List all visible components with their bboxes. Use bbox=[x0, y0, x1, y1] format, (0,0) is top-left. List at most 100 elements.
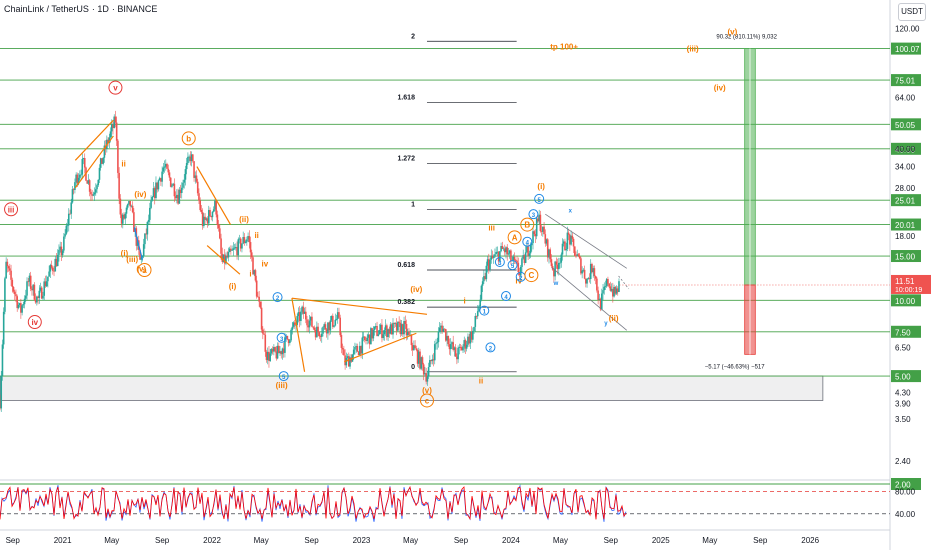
candle-body bbox=[489, 259, 491, 270]
candle-body bbox=[52, 267, 54, 271]
candle-body bbox=[119, 198, 122, 215]
wave-label: c bbox=[425, 396, 430, 405]
candle-body bbox=[274, 347, 276, 352]
candle-body bbox=[216, 214, 219, 226]
price-axis-tick: 3.50 bbox=[895, 415, 911, 424]
candle-body bbox=[317, 326, 319, 333]
candle-body bbox=[93, 192, 96, 195]
candle-body bbox=[474, 315, 477, 327]
candle-body bbox=[414, 345, 416, 349]
candle-body bbox=[583, 269, 586, 279]
candle-body bbox=[549, 249, 552, 260]
candle-body bbox=[7, 266, 10, 269]
candle-body bbox=[63, 236, 65, 251]
time-axis-tick: Sep bbox=[454, 536, 469, 545]
candle-body bbox=[227, 252, 230, 258]
candle-body bbox=[200, 210, 203, 213]
candle-body bbox=[447, 335, 450, 345]
candle-body bbox=[404, 321, 407, 324]
fib-label: 2 bbox=[411, 33, 415, 40]
candle-body bbox=[193, 161, 195, 178]
candle-body bbox=[183, 179, 186, 183]
candle-body bbox=[421, 357, 424, 365]
candle-body bbox=[603, 286, 606, 291]
current-price-countdown: 10:00:19 bbox=[895, 287, 922, 294]
candle-body bbox=[604, 285, 607, 287]
candle-body bbox=[244, 241, 247, 243]
candle-body bbox=[602, 290, 604, 294]
candle-body bbox=[24, 295, 27, 299]
price-axis-tick: 3.90 bbox=[895, 399, 911, 408]
oscillator-main-line bbox=[0, 485, 627, 521]
candle-body bbox=[171, 185, 173, 187]
current-price-value: 11.51 bbox=[895, 277, 915, 286]
candle-body bbox=[422, 364, 425, 375]
candle-body bbox=[90, 191, 92, 195]
candle-body bbox=[329, 320, 332, 331]
fib-label: 0 bbox=[411, 364, 415, 371]
oscillator-axis-tick: 80.00 bbox=[895, 487, 916, 496]
candle-body bbox=[26, 281, 28, 296]
price-chart[interactable]: 100.0775.0150.0540.0025.0120.0115.0010.0… bbox=[0, 0, 932, 550]
wave-label: b bbox=[186, 134, 191, 143]
time-axis-tick: May bbox=[254, 536, 269, 545]
time-axis-tick: Sep bbox=[753, 536, 768, 545]
candle-body bbox=[543, 226, 545, 235]
candle-body bbox=[435, 343, 437, 345]
candle-body bbox=[64, 233, 66, 237]
candle-body bbox=[142, 244, 145, 257]
candle-body bbox=[97, 179, 100, 186]
candle-body bbox=[564, 241, 566, 251]
candle-body bbox=[597, 290, 599, 300]
candle-body bbox=[361, 337, 364, 354]
candle-body bbox=[126, 204, 129, 208]
candle-body bbox=[88, 180, 91, 192]
candle-body bbox=[6, 261, 9, 267]
candle-body bbox=[70, 202, 73, 214]
candle-body bbox=[529, 245, 532, 254]
level-price-label: 25.01 bbox=[895, 197, 916, 206]
candle-body bbox=[561, 243, 564, 255]
price-axis-tick: 4.30 bbox=[895, 389, 911, 398]
candle-body bbox=[212, 209, 215, 212]
candle-body bbox=[260, 307, 263, 330]
candle-body bbox=[29, 275, 32, 289]
candle-body bbox=[449, 344, 452, 350]
wave-label: i bbox=[464, 296, 466, 305]
candle-body bbox=[166, 163, 168, 169]
level-price-label: 5.00 bbox=[895, 373, 911, 382]
fib-label: 0.618 bbox=[397, 262, 415, 269]
candle-body bbox=[15, 294, 17, 297]
candle-body bbox=[220, 238, 222, 254]
candle-body bbox=[195, 175, 198, 182]
candle-body bbox=[81, 159, 84, 175]
candle-body bbox=[437, 331, 440, 343]
fib-label: 1.272 bbox=[397, 155, 415, 162]
candle-body bbox=[45, 281, 48, 287]
target-label: 90.32 (810.11%) 9,032 bbox=[716, 35, 777, 41]
wave-label: (v) bbox=[422, 386, 432, 395]
candle-body bbox=[507, 253, 510, 255]
fib-label: 1.618 bbox=[397, 95, 415, 102]
candle-body bbox=[80, 174, 82, 176]
candle-body bbox=[180, 187, 183, 194]
candle-body bbox=[454, 347, 457, 357]
candle-body bbox=[259, 301, 262, 308]
candle-body bbox=[17, 305, 20, 309]
wave-label: (iii) bbox=[687, 45, 699, 54]
candle-body bbox=[510, 250, 512, 261]
candle-body bbox=[398, 321, 400, 323]
candle-body bbox=[373, 326, 376, 331]
candle-body bbox=[65, 225, 68, 234]
candle-body bbox=[264, 334, 267, 352]
candle-body bbox=[338, 312, 340, 318]
candle-body bbox=[92, 194, 95, 196]
wave-label: (iii) bbox=[126, 255, 138, 264]
candle-body bbox=[58, 249, 60, 255]
candle-body bbox=[150, 200, 152, 208]
time-axis-tick: Sep bbox=[604, 536, 619, 545]
candle-body bbox=[539, 214, 542, 232]
candle-body bbox=[48, 271, 50, 277]
candle-body bbox=[192, 154, 194, 162]
candle-body bbox=[291, 326, 294, 330]
